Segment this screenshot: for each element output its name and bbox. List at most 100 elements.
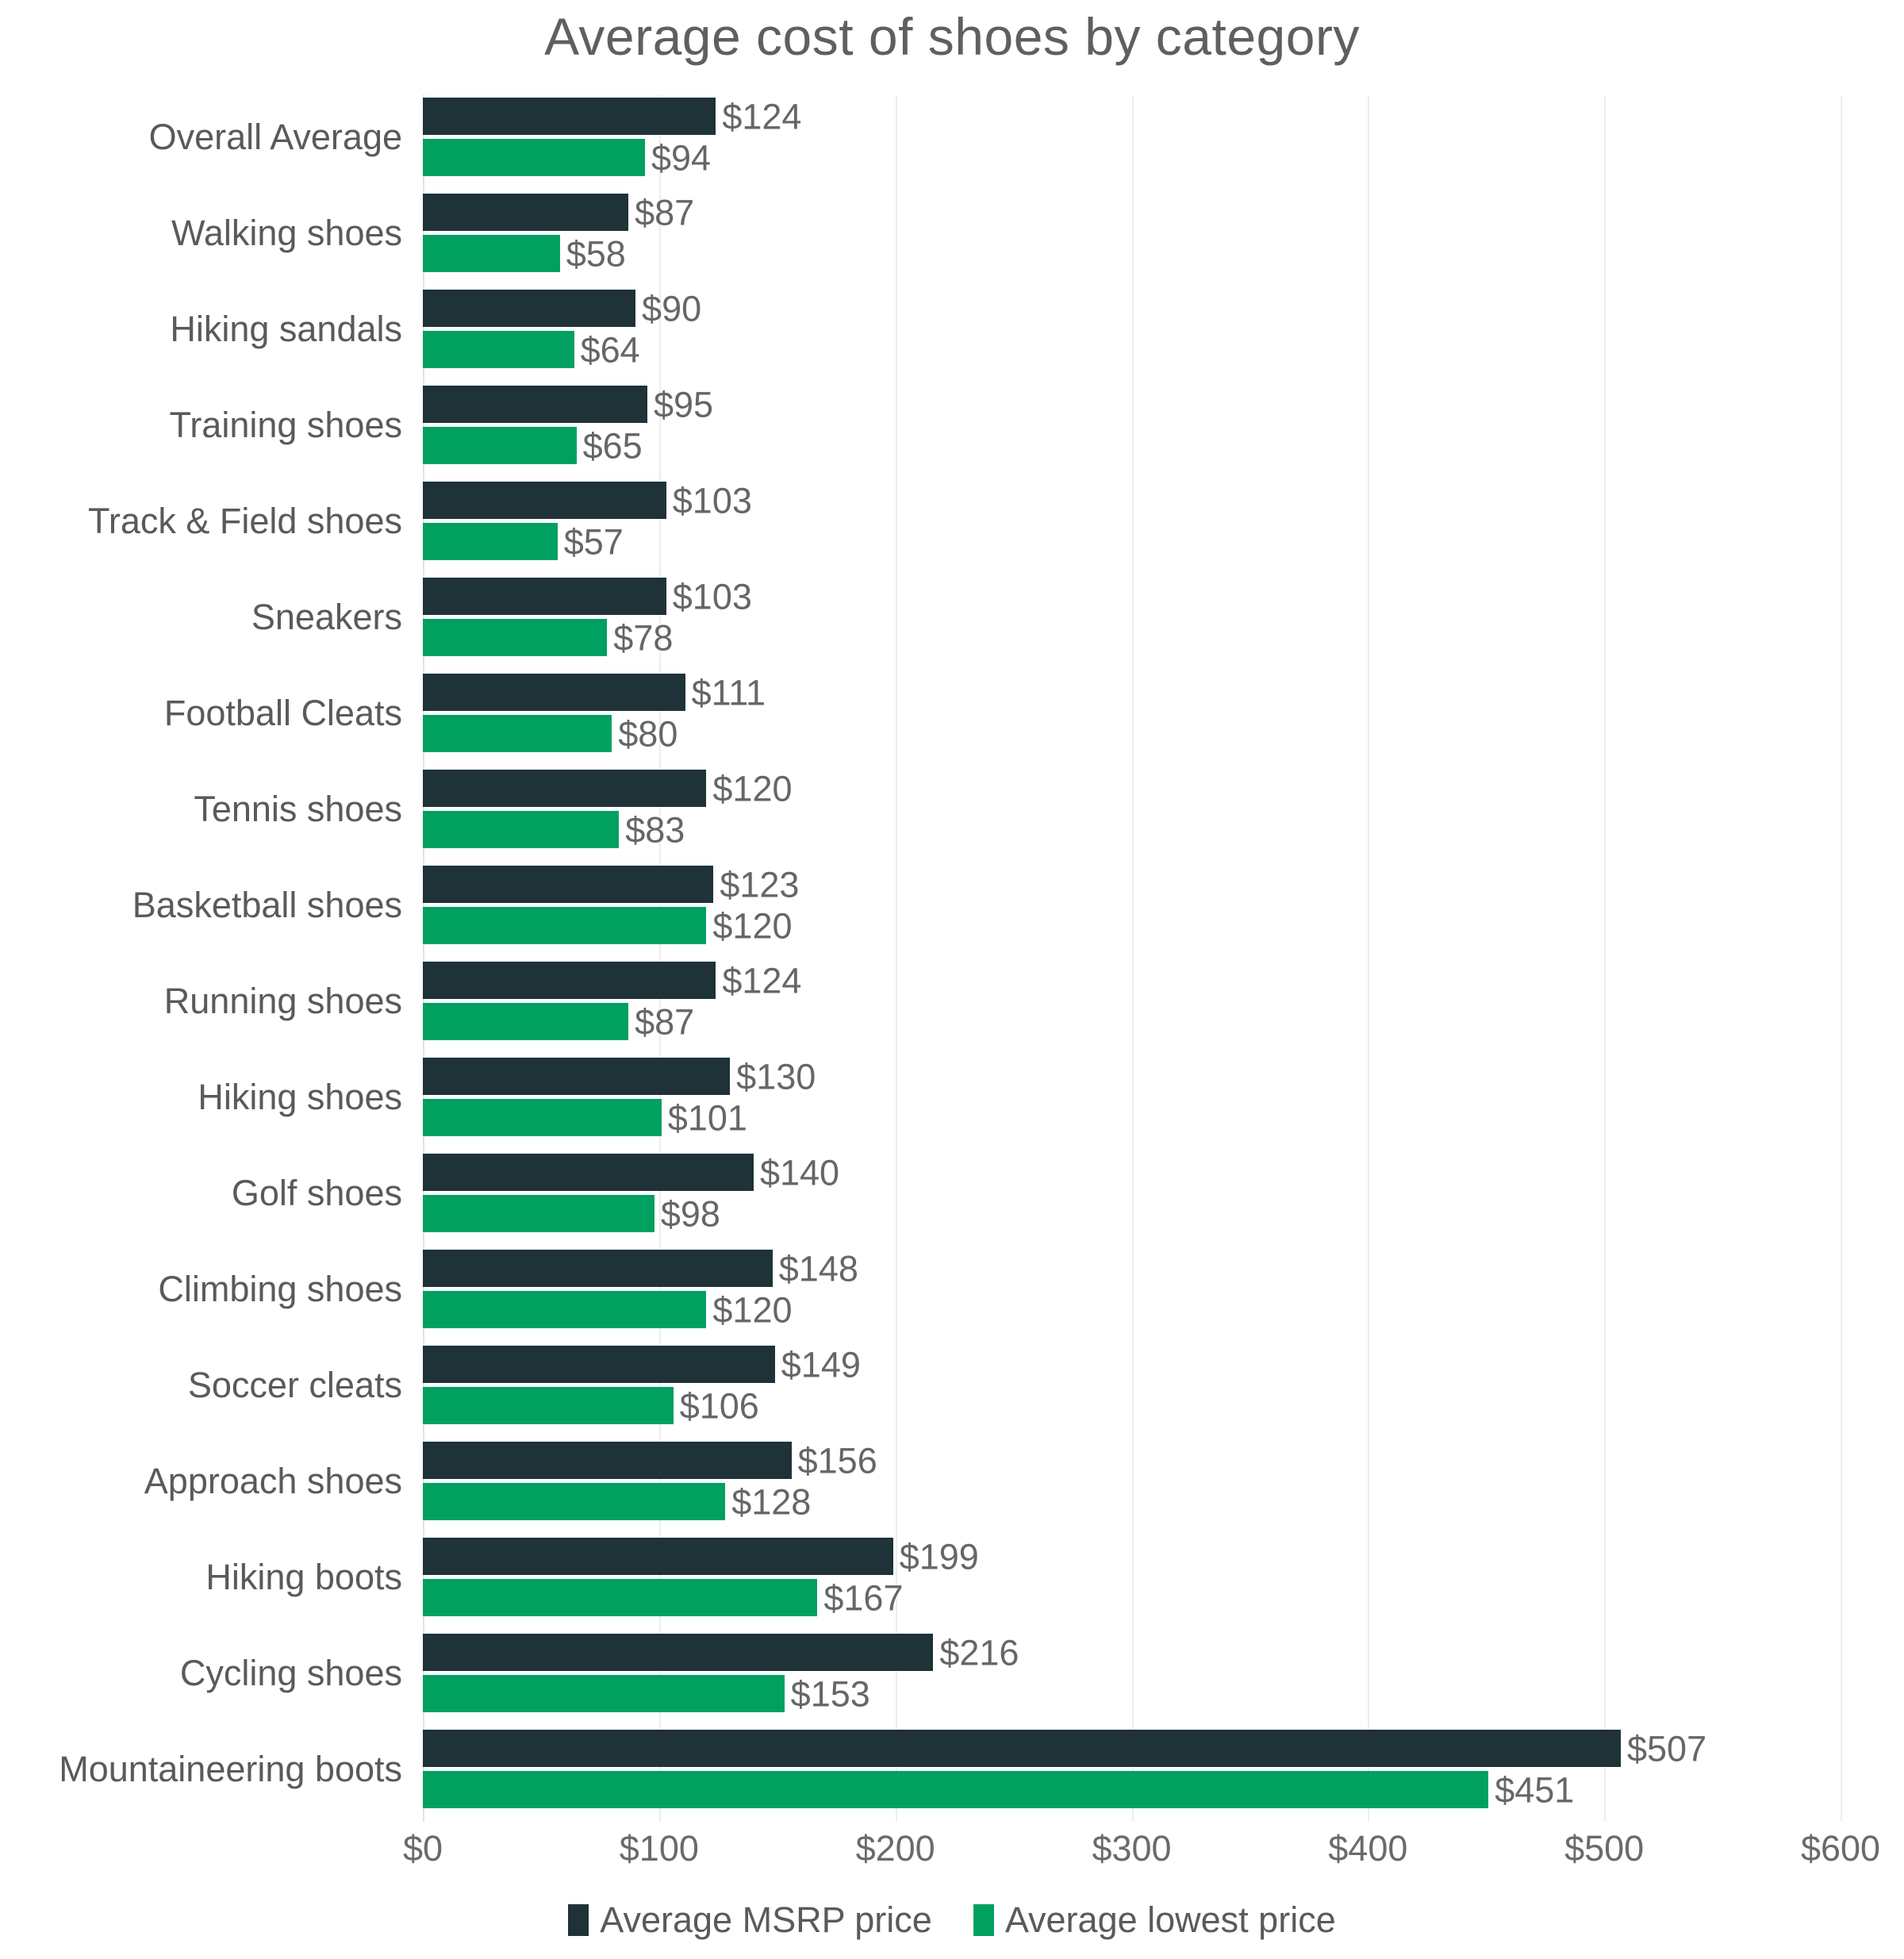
category-label: Walking shoes	[171, 212, 402, 253]
bar-lowest[interactable]	[423, 715, 612, 752]
bar-msrp[interactable]	[423, 866, 714, 903]
bar-row[interactable]: $64	[423, 331, 1841, 368]
chart-legend: Average MSRP price Average lowest price	[0, 1900, 1904, 1940]
bar-value-label: $120	[712, 1289, 793, 1330]
bar-group: $87 $58	[423, 194, 1841, 272]
bar-lowest[interactable]	[423, 1675, 785, 1712]
bar-row[interactable]: $78	[423, 619, 1841, 656]
bar-row[interactable]: $120	[423, 907, 1841, 944]
bar-value-label: $140	[759, 1152, 840, 1193]
bar-lowest[interactable]	[423, 907, 707, 944]
bar-lowest[interactable]	[423, 1195, 654, 1232]
bar-value-label: $199	[899, 1536, 979, 1577]
legend-item[interactable]: Average lowest price	[973, 1900, 1336, 1940]
bar-row[interactable]: $90	[423, 290, 1841, 327]
bar-lowest[interactable]	[423, 1387, 674, 1424]
bar-row[interactable]: $111	[423, 674, 1841, 711]
bar-row[interactable]: $120	[423, 1291, 1841, 1328]
bar-lowest[interactable]	[423, 811, 620, 848]
bar-row[interactable]: $120	[423, 770, 1841, 807]
category-label: Hiking shoes	[198, 1076, 402, 1117]
bar-group: $130 $101	[423, 1058, 1841, 1136]
bar-row[interactable]: $83	[423, 811, 1841, 848]
bar-row[interactable]: $451	[423, 1771, 1841, 1808]
bar-row[interactable]: $167	[423, 1579, 1841, 1616]
bar-row[interactable]: $101	[423, 1099, 1841, 1136]
legend-item[interactable]: Average MSRP price	[568, 1900, 932, 1940]
category-label: Basketball shoes	[132, 884, 402, 925]
bar-msrp[interactable]	[423, 194, 629, 231]
category-label: Sneakers	[251, 596, 402, 637]
category-label: Football Cleats	[163, 692, 402, 733]
bar-msrp[interactable]	[423, 1442, 792, 1479]
bar-msrp[interactable]	[423, 770, 707, 807]
bar-lowest[interactable]	[423, 1291, 707, 1328]
bar-msrp[interactable]	[423, 1154, 754, 1191]
bar-group: $148 $120	[423, 1250, 1841, 1328]
bar-lowest[interactable]	[423, 619, 608, 656]
bar-row[interactable]: $199	[423, 1538, 1841, 1575]
bar-row[interactable]: $124	[423, 962, 1841, 999]
bar-row[interactable]: $87	[423, 1003, 1841, 1040]
bar-row[interactable]: $140	[423, 1154, 1841, 1191]
bar-msrp[interactable]	[423, 1730, 1621, 1767]
bar-lowest[interactable]	[423, 1003, 629, 1040]
bar-row[interactable]: $130	[423, 1058, 1841, 1095]
bar-group: $90 $64	[423, 290, 1841, 368]
bar-lowest[interactable]	[423, 331, 574, 368]
bar-lowest[interactable]	[423, 139, 645, 176]
bar-row[interactable]: $98	[423, 1195, 1841, 1232]
bar-msrp[interactable]	[423, 98, 716, 135]
bar-value-label: $106	[679, 1385, 759, 1426]
bar-row[interactable]: $124	[423, 98, 1841, 135]
bar-row[interactable]: $216	[423, 1634, 1841, 1671]
bar-row[interactable]: $65	[423, 427, 1841, 464]
legend-label: Average MSRP price	[600, 1899, 932, 1940]
bar-msrp[interactable]	[423, 962, 716, 999]
bar-value-label: $94	[651, 137, 712, 178]
bar-msrp[interactable]	[423, 1250, 773, 1287]
bar-row[interactable]: $103	[423, 482, 1841, 519]
bar-msrp[interactable]	[423, 386, 647, 423]
bar-row[interactable]: $507	[423, 1730, 1841, 1767]
bar-row[interactable]: $128	[423, 1483, 1841, 1520]
bar-value-label: $451	[1495, 1769, 1575, 1810]
bar-row[interactable]: $80	[423, 715, 1841, 752]
bar-group: $124 $87	[423, 962, 1841, 1040]
bar-row[interactable]: $94	[423, 139, 1841, 176]
bar-row[interactable]: $95	[423, 386, 1841, 423]
bar-value-label: $58	[566, 233, 626, 274]
bar-msrp[interactable]	[423, 290, 636, 327]
bar-lowest[interactable]	[423, 1099, 662, 1136]
bar-value-label: $57	[563, 521, 624, 562]
bar-msrp[interactable]	[423, 674, 685, 711]
bar-msrp[interactable]	[423, 482, 666, 519]
bar-row[interactable]: $58	[423, 235, 1841, 272]
bar-row[interactable]: $149	[423, 1346, 1841, 1383]
bar-msrp[interactable]	[423, 1058, 731, 1095]
bar-lowest[interactable]	[423, 523, 558, 560]
bar-msrp[interactable]	[423, 1346, 775, 1383]
bar-value-label: $130	[736, 1056, 816, 1097]
bar-lowest[interactable]	[423, 1771, 1489, 1808]
bar-lowest[interactable]	[423, 1579, 818, 1616]
bar-row[interactable]: $106	[423, 1387, 1841, 1424]
bar-msrp[interactable]	[423, 1538, 893, 1575]
bar-msrp[interactable]	[423, 1634, 934, 1671]
bar-value-label: $128	[731, 1481, 812, 1522]
bar-row[interactable]: $87	[423, 194, 1841, 231]
bar-msrp[interactable]	[423, 578, 666, 615]
bar-lowest[interactable]	[423, 1483, 726, 1520]
bar-row[interactable]: $148	[423, 1250, 1841, 1287]
bar-value-label: $101	[667, 1097, 747, 1138]
bar-row[interactable]: $153	[423, 1675, 1841, 1712]
bar-lowest[interactable]	[423, 427, 577, 464]
bar-row[interactable]: $156	[423, 1442, 1841, 1479]
bar-row[interactable]: $103	[423, 578, 1841, 615]
bar-row[interactable]: $57	[423, 523, 1841, 560]
bar-row[interactable]: $123	[423, 866, 1841, 903]
bar-value-label: $156	[797, 1440, 877, 1481]
bar-value-label: $103	[672, 576, 752, 617]
x-axis-tick-label: $0	[402, 1828, 443, 1869]
bar-lowest[interactable]	[423, 235, 560, 272]
